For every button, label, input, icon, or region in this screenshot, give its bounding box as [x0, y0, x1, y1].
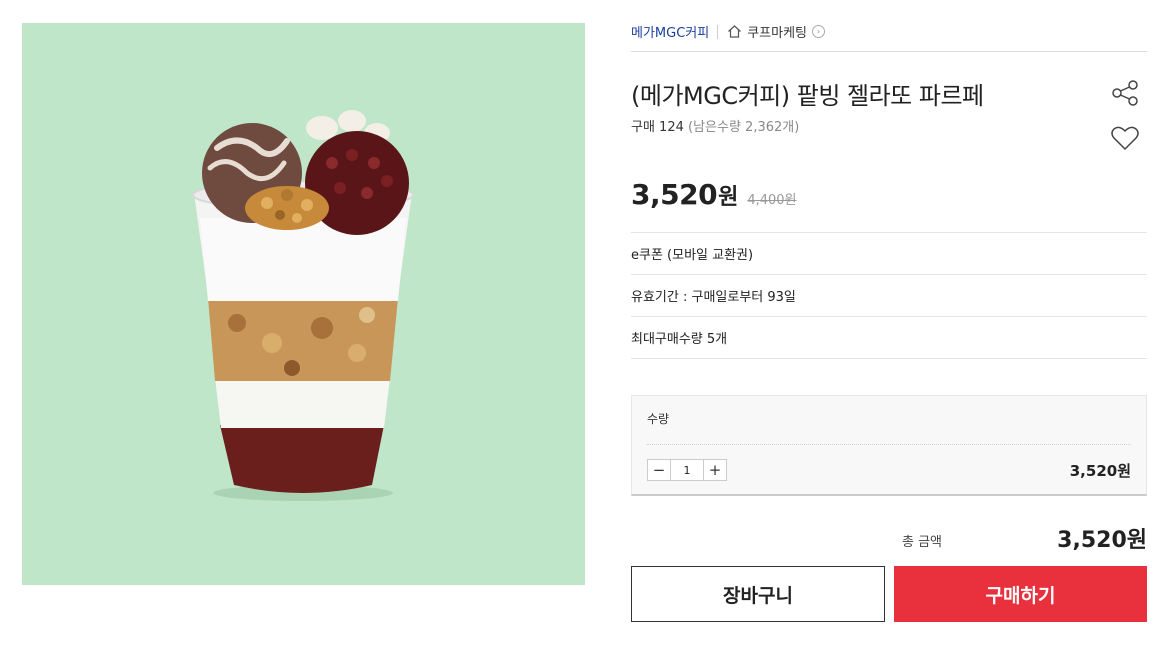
remaining-stock: (남은수량 2,362개)	[688, 120, 800, 135]
total-label: 총 금액	[902, 535, 943, 550]
decrease-button[interactable]: −	[648, 460, 670, 480]
product-info-panel: 메가MGC커피 쿠프마케팅 › (메가MGC커피) 팥빙 젤라또 파르페 구매 …	[631, 0, 1147, 622]
sales-info: 구매 124 (남은수량 2,362개)	[631, 116, 799, 135]
increase-button[interactable]: +	[704, 460, 726, 480]
breadcrumb-divider	[717, 24, 719, 39]
chevron-right-icon: ›	[812, 25, 826, 38]
quantity-divider	[647, 444, 1131, 445]
sale-price: 3,520	[631, 178, 718, 211]
spec-list: e쿠폰 (모바일 교환권) 유효기간 : 구매일로부터 93일 최대구매수량 5…	[631, 232, 1147, 359]
breadcrumb: 메가MGC커피 쿠프마케팅 ›	[631, 0, 1147, 52]
total-amount: 3,520원	[1057, 528, 1147, 553]
buy-now-button[interactable]: 구매하기	[894, 566, 1147, 622]
spec-validity: 유효기간 : 구매일로부터 93일	[631, 275, 1147, 317]
product-image	[22, 23, 585, 585]
original-price: 4,400원	[747, 193, 797, 208]
price-row: 3,520 원 4,400원	[631, 178, 797, 211]
sales-count: 구매 124	[631, 120, 684, 135]
quantity-input[interactable]: 1	[670, 460, 704, 480]
price-unit: 원	[718, 185, 739, 210]
parfait-illustration	[192, 110, 414, 501]
quantity-stepper: − 1 +	[647, 459, 727, 481]
spec-max-quantity: 최대구매수량 5개	[631, 317, 1147, 359]
share-icon[interactable]	[1110, 78, 1140, 108]
quantity-line-total: 3,520원	[1069, 462, 1131, 480]
breadcrumb-category-link[interactable]: 쿠프마케팅 ›	[727, 22, 826, 41]
quantity-label: 수량	[647, 412, 670, 426]
breadcrumb-brand-link[interactable]: 메가MGC커피	[631, 22, 709, 41]
breadcrumb-category-label: 쿠프마케팅	[747, 26, 808, 41]
spec-type: e쿠폰 (모바일 교환권)	[631, 233, 1147, 275]
add-to-cart-button[interactable]: 장바구니	[631, 566, 885, 622]
heart-icon[interactable]	[1110, 123, 1140, 153]
product-title: (메가MGC커피) 팥빙 젤라또 파르페	[631, 82, 984, 110]
home-icon	[728, 25, 742, 38]
quantity-box: 수량 − 1 + 3,520원	[631, 395, 1147, 496]
